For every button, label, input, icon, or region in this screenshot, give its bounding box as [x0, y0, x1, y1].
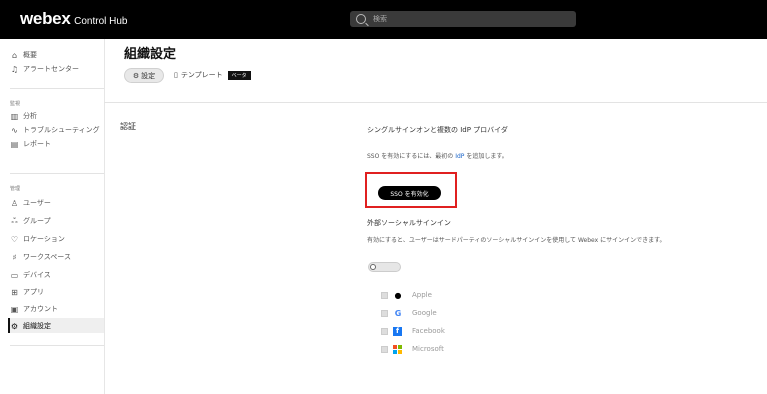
- pulse-icon: ∿: [11, 125, 18, 135]
- apple-icon: ●: [394, 290, 402, 300]
- checkbox[interactable]: [381, 309, 388, 317]
- account-icon: ▣: [10, 304, 19, 314]
- external-signin-heading: 外部ソーシャルサインイン: [367, 219, 451, 227]
- sidebar-divider: [10, 345, 104, 346]
- gear-icon: ⚙: [10, 321, 19, 331]
- tab-label: テンプレート: [180, 71, 223, 79]
- product-name: Control Hub: [74, 16, 128, 27]
- sidebar-item-locations[interactable]: ♡ ロケーション: [10, 233, 65, 245]
- sidebar-item-label: ユーザー: [23, 199, 51, 207]
- page-title: 組織設定: [124, 47, 177, 62]
- home-icon: ⌂: [11, 50, 18, 60]
- sso-desc-text: を追加します。: [464, 153, 508, 160]
- device-icon: ▭: [10, 270, 19, 280]
- provider-label: Microsoft: [412, 345, 444, 353]
- provider-apple[interactable]: ● Apple: [381, 289, 432, 301]
- section-title-authentication: 認証: [120, 122, 136, 131]
- sidebar-item-workspaces[interactable]: ♯ ワークスペース: [10, 251, 71, 263]
- sidebar-item-groups[interactable]: ஃ グループ: [10, 215, 51, 227]
- sidebar-item-label: 組織設定: [23, 322, 51, 330]
- sidebar-item-label: アカウント: [23, 305, 58, 313]
- checkbox[interactable]: [381, 345, 388, 353]
- location-icon: ♡: [10, 234, 19, 244]
- sidebar-item-label: ワークスペース: [23, 253, 71, 261]
- search-input[interactable]: 検索: [373, 14, 387, 24]
- sidebar-item-label: アプリ: [23, 288, 44, 296]
- sidebar-item-label: トラブルシューティング: [23, 126, 100, 134]
- sso-heading: シングルサインオンと複数の IdP プロバイダ: [367, 126, 508, 134]
- checkbox[interactable]: [381, 291, 388, 299]
- tab-templates[interactable]: ▯ テンプレート ベータ: [174, 70, 251, 80]
- apps-icon: ⊞: [11, 287, 18, 297]
- facebook-icon: f: [393, 326, 402, 336]
- sidebar-item-label: ロケーション: [23, 235, 65, 243]
- sidebar-item-devices[interactable]: ▭ デバイス: [10, 269, 51, 281]
- tab-label: 設定: [141, 71, 156, 80]
- sidebar-item-org-settings[interactable]: ⚙ 組織設定: [10, 320, 51, 332]
- sidebar-item-reports[interactable]: ▤ レポート: [10, 138, 51, 150]
- section-label-monitoring: 監視: [10, 101, 21, 107]
- sidebar-item-troubleshooting[interactable]: ∿ トラブルシューティング: [10, 124, 100, 136]
- microsoft-icon: [393, 344, 402, 354]
- sidebar-item-overview[interactable]: ⌂ 概要: [10, 49, 37, 61]
- google-icon: G: [394, 308, 402, 318]
- provider-label: Apple: [412, 291, 432, 299]
- provider-google[interactable]: G Google: [381, 307, 437, 319]
- search-icon: [356, 14, 366, 24]
- sidebar-divider: [10, 173, 104, 174]
- enable-sso-button[interactable]: SSO を有効化: [378, 186, 441, 200]
- provider-facebook[interactable]: f Facebook: [381, 325, 445, 337]
- checkbox[interactable]: [381, 327, 388, 335]
- sidebar-item-analytics[interactable]: ▥ 分析: [10, 110, 37, 122]
- user-icon: ♙: [10, 198, 19, 208]
- gear-icon: ⚙: [132, 71, 140, 80]
- sidebar-item-alerts[interactable]: ♫ アラートセンター: [10, 63, 79, 75]
- sidebar: ⌂ 概要 ♫ アラートセンター 監視 ▥ 分析 ∿ トラブルシューティング ▤ …: [0, 39, 105, 394]
- sidebar-item-label: アラートセンター: [23, 65, 79, 73]
- sso-desc-text: SSO を有効にするには、最初の: [367, 153, 456, 160]
- sidebar-item-label: デバイス: [23, 271, 51, 279]
- bell-icon: ♫: [10, 64, 19, 74]
- template-icon: ▯: [174, 71, 178, 79]
- sidebar-item-label: グループ: [23, 217, 51, 225]
- provider-label: Facebook: [412, 327, 445, 335]
- provider-label: Google: [412, 309, 437, 317]
- top-bar: webex Control Hub 検索: [0, 0, 767, 39]
- sidebar-divider: [10, 88, 104, 89]
- sidebar-item-label: 分析: [23, 112, 37, 120]
- sso-description: SSO を有効にするには、最初の IdP を追加します。: [367, 151, 508, 160]
- webex-logo[interactable]: webex Control Hub: [20, 9, 127, 29]
- group-icon: ஃ: [11, 216, 18, 225]
- provider-microsoft[interactable]: Microsoft: [381, 343, 444, 355]
- search-bar[interactable]: 検索: [350, 11, 576, 27]
- toggle-knob: [370, 264, 376, 270]
- external-signin-toggle[interactable]: [368, 262, 401, 272]
- external-signin-description: 有効にすると、ユーザーはサードパーティのソーシャルサインインを使用して Webe…: [367, 237, 666, 244]
- workspace-icon: ♯: [12, 252, 17, 262]
- sidebar-item-users[interactable]: ♙ ユーザー: [10, 197, 51, 209]
- section-label-management: 管理: [10, 186, 21, 192]
- sidebar-item-account[interactable]: ▣ アカウント: [10, 303, 58, 315]
- document-icon: ▤: [10, 139, 19, 149]
- brand-name: webex: [20, 9, 71, 28]
- sidebar-item-label: レポート: [23, 140, 51, 148]
- sidebar-item-apps[interactable]: ⊞ アプリ: [10, 286, 44, 298]
- chart-icon: ▥: [10, 111, 19, 121]
- beta-badge: ベータ: [227, 70, 251, 80]
- sidebar-item-label: 概要: [23, 51, 37, 59]
- header-divider: [104, 102, 767, 103]
- tab-settings[interactable]: ⚙ 設定: [124, 68, 164, 83]
